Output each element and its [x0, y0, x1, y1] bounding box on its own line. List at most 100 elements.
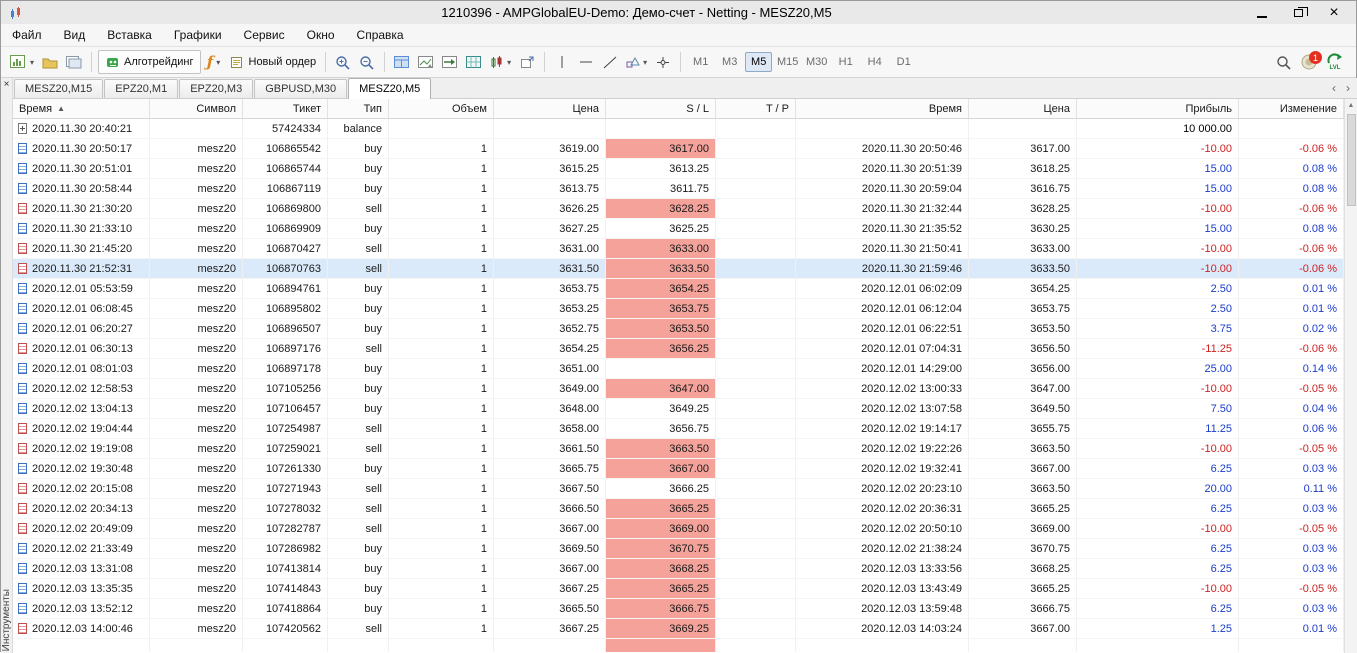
table-row[interactable] — [13, 639, 1344, 652]
zoom-in-button[interactable] — [332, 50, 354, 74]
notifications-button[interactable]: 1 — [1297, 51, 1321, 73]
column-header-type[interactable]: Тип — [328, 99, 389, 118]
tab-scroll-left-button[interactable]: ‹ — [1327, 81, 1341, 95]
crosshair-button[interactable] — [652, 50, 674, 74]
table-row[interactable]: 2020.12.02 20:49:09 mesz20 107282787 sel… — [13, 519, 1344, 539]
column-header-symbol[interactable]: Символ — [150, 99, 243, 118]
table-row[interactable]: 2020.12.03 13:35:35 mesz20 107414843 buy… — [13, 579, 1344, 599]
table-row[interactable]: 2020.12.02 19:04:44 mesz20 107254987 sel… — [13, 419, 1344, 439]
cell-sl: 3663.50 — [606, 439, 716, 458]
table-row[interactable]: 2020.11.30 21:52:31 mesz20 106870763 sel… — [13, 259, 1344, 279]
close-button[interactable]: × — [1316, 3, 1352, 23]
timeframe-button[interactable]: M5 — [745, 52, 772, 72]
deal-icon — [18, 163, 27, 174]
column-header-tp[interactable]: T / P — [716, 99, 796, 118]
column-header-close-time[interactable]: Время — [796, 99, 969, 118]
minimize-button[interactable] — [1244, 3, 1280, 23]
indicators-button[interactable]: ƒ ▾ — [203, 50, 225, 74]
timeframe-button[interactable]: H4 — [861, 52, 888, 72]
chart-type-button[interactable]: ▾ — [487, 50, 514, 74]
new-order-button[interactable]: Новый ордер — [227, 50, 320, 74]
cell-close-time: 2020.12.01 07:04:31 — [796, 339, 969, 358]
table-row[interactable]: 2020.11.30 21:45:20 mesz20 106870427 sel… — [13, 239, 1344, 259]
dock-button[interactable] — [516, 50, 538, 74]
table-row[interactable]: 2020.12.02 20:34:13 mesz20 107278032 sel… — [13, 499, 1344, 519]
close-panel-button[interactable]: × — [4, 78, 10, 92]
cell-open-time: 2020.11.30 20:58:44 — [32, 183, 132, 195]
vertical-scrollbar[interactable]: ▲ — [1344, 99, 1357, 653]
table-row[interactable]: 2020.12.01 06:30:13 mesz20 106897176 sel… — [13, 339, 1344, 359]
chart-shift-button[interactable] — [415, 50, 437, 74]
templates-button[interactable] — [63, 50, 85, 74]
menu-view[interactable]: Вид — [53, 25, 97, 45]
column-header-change[interactable]: Изменение — [1239, 99, 1344, 118]
menu-window[interactable]: Окно — [296, 25, 346, 45]
table-row[interactable]: 2020.12.01 08:01:03 mesz20 106897178 buy… — [13, 359, 1344, 379]
cell-change: -0.06 % — [1239, 339, 1344, 358]
horizontal-line-button[interactable] — [575, 50, 597, 74]
column-header-price[interactable]: Цена — [494, 99, 606, 118]
column-header-open-time[interactable]: Время ▲ — [13, 99, 150, 118]
column-header-sl[interactable]: S / L — [606, 99, 716, 118]
cell-sl: 3613.25 — [606, 159, 716, 178]
column-header-volume[interactable]: Объем — [389, 99, 494, 118]
timeframe-button[interactable]: M30 — [803, 52, 830, 72]
table-row[interactable]: 2020.11.30 20:40:21 57424334 balance 10 … — [13, 119, 1344, 139]
menu-file[interactable]: Файл — [1, 25, 53, 45]
restore-button[interactable] — [1280, 3, 1316, 23]
table-row[interactable]: 2020.12.02 19:30:48 mesz20 107261330 buy… — [13, 459, 1344, 479]
new-chart-button[interactable]: ▾ — [7, 50, 37, 74]
chart-tab[interactable]: EPZ20,M1 — [104, 79, 178, 98]
table-row[interactable]: 2020.12.02 19:19:08 mesz20 107259021 sel… — [13, 439, 1344, 459]
shapes-button[interactable]: ▾ — [623, 50, 650, 74]
lvl-button[interactable]: LVL — [1323, 51, 1347, 73]
vertical-line-button[interactable] — [551, 50, 573, 74]
chart-tab[interactable]: MESZ20,M5 — [348, 78, 431, 99]
search-button[interactable] — [1273, 50, 1295, 74]
table-row[interactable]: 2020.11.30 20:51:01 mesz20 106865744 buy… — [13, 159, 1344, 179]
table-row[interactable]: 2020.12.01 05:53:59 mesz20 106894761 buy… — [13, 279, 1344, 299]
scroll-thumb[interactable] — [1347, 114, 1356, 206]
table-row[interactable]: 2020.11.30 21:33:10 mesz20 106869909 buy… — [13, 219, 1344, 239]
table-row[interactable]: 2020.11.30 20:50:17 mesz20 106865542 buy… — [13, 139, 1344, 159]
tab-scroll-right-button[interactable]: › — [1341, 81, 1355, 95]
trendline-button[interactable] — [599, 50, 621, 74]
deal-icon — [18, 523, 27, 534]
table-row[interactable]: 2020.12.03 13:31:08 mesz20 107413814 buy… — [13, 559, 1344, 579]
timeframe-button[interactable]: H1 — [832, 52, 859, 72]
column-header-ticket[interactable]: Тикет — [243, 99, 328, 118]
table-row[interactable]: 2020.12.01 06:08:45 mesz20 106895802 buy… — [13, 299, 1344, 319]
table-row[interactable]: 2020.11.30 20:58:44 mesz20 106867119 buy… — [13, 179, 1344, 199]
table-row[interactable]: 2020.12.03 14:00:46 mesz20 107420562 sel… — [13, 619, 1344, 639]
chart-tab[interactable]: MESZ20,M15 — [14, 79, 103, 98]
table-row[interactable]: 2020.12.01 06:20:27 mesz20 106896507 buy… — [13, 319, 1344, 339]
menu-tools[interactable]: Сервис — [233, 25, 296, 45]
auto-scroll-button[interactable] — [439, 50, 461, 74]
cell-volume: 1 — [389, 619, 494, 638]
table-row[interactable]: 2020.11.30 21:30:20 mesz20 106869800 sel… — [13, 199, 1344, 219]
timeframe-button[interactable]: D1 — [890, 52, 917, 72]
table-row[interactable]: 2020.12.02 21:33:49 mesz20 107286982 buy… — [13, 539, 1344, 559]
table-row[interactable]: 2020.12.02 12:58:53 mesz20 107105256 buy… — [13, 379, 1344, 399]
table-row[interactable]: 2020.12.02 20:15:08 mesz20 107271943 sel… — [13, 479, 1344, 499]
search-icon — [1276, 55, 1292, 70]
zoom-out-button[interactable] — [356, 50, 378, 74]
table-row[interactable]: 2020.12.03 13:52:12 mesz20 107418864 buy… — [13, 599, 1344, 619]
chart-tab[interactable]: GBPUSD,M30 — [254, 79, 347, 98]
chart-tab[interactable]: EPZ20,M3 — [179, 79, 253, 98]
menu-help[interactable]: Справка — [346, 25, 415, 45]
algo-trading-button[interactable]: Алготрейдинг — [98, 50, 200, 74]
timeframe-button[interactable]: M1 — [687, 52, 714, 72]
timeframe-button[interactable]: M3 — [716, 52, 743, 72]
cell-tp — [716, 419, 796, 438]
column-header-close-price[interactable]: Цена — [969, 99, 1077, 118]
menu-insert[interactable]: Вставка — [96, 25, 163, 45]
grid-button[interactable] — [463, 50, 485, 74]
column-header-profit[interactable]: Прибыль — [1077, 99, 1239, 118]
tile-windows-button[interactable] — [391, 50, 413, 74]
menu-charts[interactable]: Графики — [163, 25, 233, 45]
scroll-up-button[interactable]: ▲ — [1345, 99, 1357, 112]
profiles-button[interactable] — [39, 50, 61, 74]
table-row[interactable]: 2020.12.02 13:04:13 mesz20 107106457 buy… — [13, 399, 1344, 419]
timeframe-button[interactable]: M15 — [774, 52, 801, 72]
